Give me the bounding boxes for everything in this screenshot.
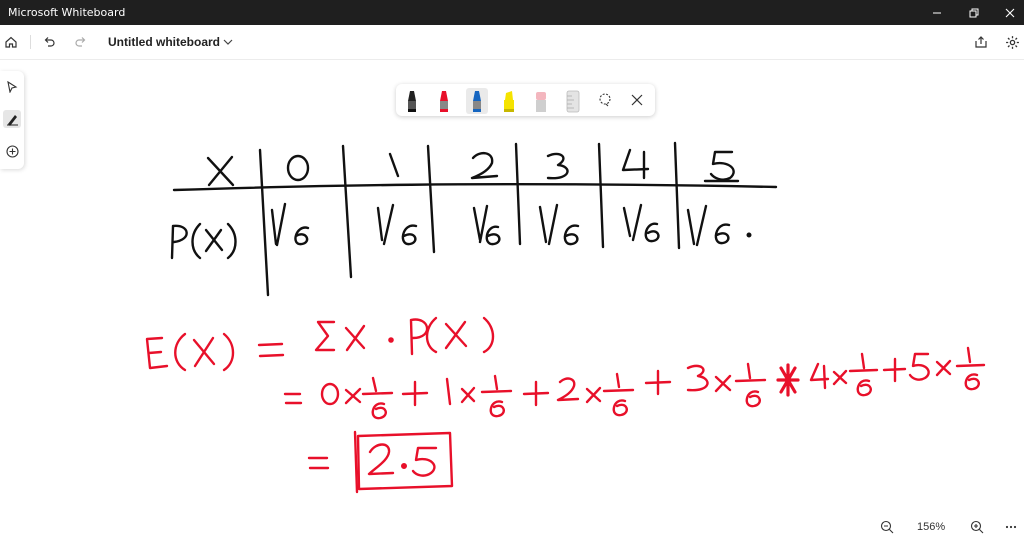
- whiteboard-canvas[interactable]: [0, 60, 1024, 538]
- home-button[interactable]: [2, 33, 20, 51]
- p-value: [376, 203, 418, 246]
- undo-button[interactable]: [40, 33, 58, 51]
- x-value-1: [388, 152, 400, 178]
- x-value-3: [546, 152, 569, 180]
- share-icon: [975, 36, 987, 48]
- restore-button[interactable]: [957, 0, 991, 25]
- minimize-button[interactable]: [920, 0, 954, 25]
- settings-button[interactable]: [1003, 33, 1021, 51]
- home-icon: [5, 36, 17, 48]
- x-value-5: [703, 150, 740, 183]
- p-value: [270, 202, 310, 247]
- result-box: [356, 431, 454, 491]
- close-window-button[interactable]: [993, 0, 1024, 25]
- p-value: [686, 204, 752, 247]
- p-value: [622, 203, 660, 243]
- row-label-px: [170, 222, 237, 260]
- p-value: [538, 203, 580, 246]
- zoom-in-icon[interactable]: [970, 520, 984, 534]
- settings-icon: [1005, 35, 1019, 49]
- probability-table: [170, 141, 778, 297]
- x-value-4: [621, 148, 650, 180]
- header-rule: [172, 183, 778, 192]
- chevron-down-icon[interactable]: [222, 37, 234, 47]
- redo-icon: [75, 37, 86, 47]
- row-label-x: [206, 155, 235, 187]
- equation-line-3: [307, 430, 454, 494]
- undo-icon: [44, 37, 55, 47]
- table-divider: [426, 144, 436, 254]
- window-title: Microsoft Whiteboard: [8, 6, 126, 19]
- app-toolbar: Untitled whiteboard: [0, 25, 1024, 60]
- document-title[interactable]: Untitled whiteboard: [108, 35, 220, 49]
- minimize-icon: [933, 12, 941, 13]
- zoom-level: 156%: [917, 521, 946, 533]
- equation-line-1: [145, 316, 495, 372]
- restore-icon: [969, 8, 979, 17]
- more-icon[interactable]: [1004, 520, 1018, 534]
- p-value: [472, 204, 501, 246]
- x-value-2: [470, 151, 499, 180]
- table-divider: [258, 148, 270, 297]
- redo-button[interactable]: [72, 33, 90, 51]
- equation-line-2: [283, 346, 986, 420]
- table-divider: [673, 141, 681, 250]
- divider: [30, 35, 31, 49]
- expectation-work: [145, 316, 986, 494]
- table-divider: [514, 142, 522, 246]
- table-divider: [341, 144, 353, 279]
- x-value-0: [286, 154, 310, 182]
- table-divider: [597, 142, 605, 249]
- zoom-out-icon[interactable]: [880, 520, 894, 534]
- close-icon: [1005, 8, 1015, 17]
- zoom-controls: 156%: [870, 516, 1024, 538]
- title-bar: Microsoft Whiteboard: [0, 0, 1024, 25]
- share-button[interactable]: [972, 33, 990, 51]
